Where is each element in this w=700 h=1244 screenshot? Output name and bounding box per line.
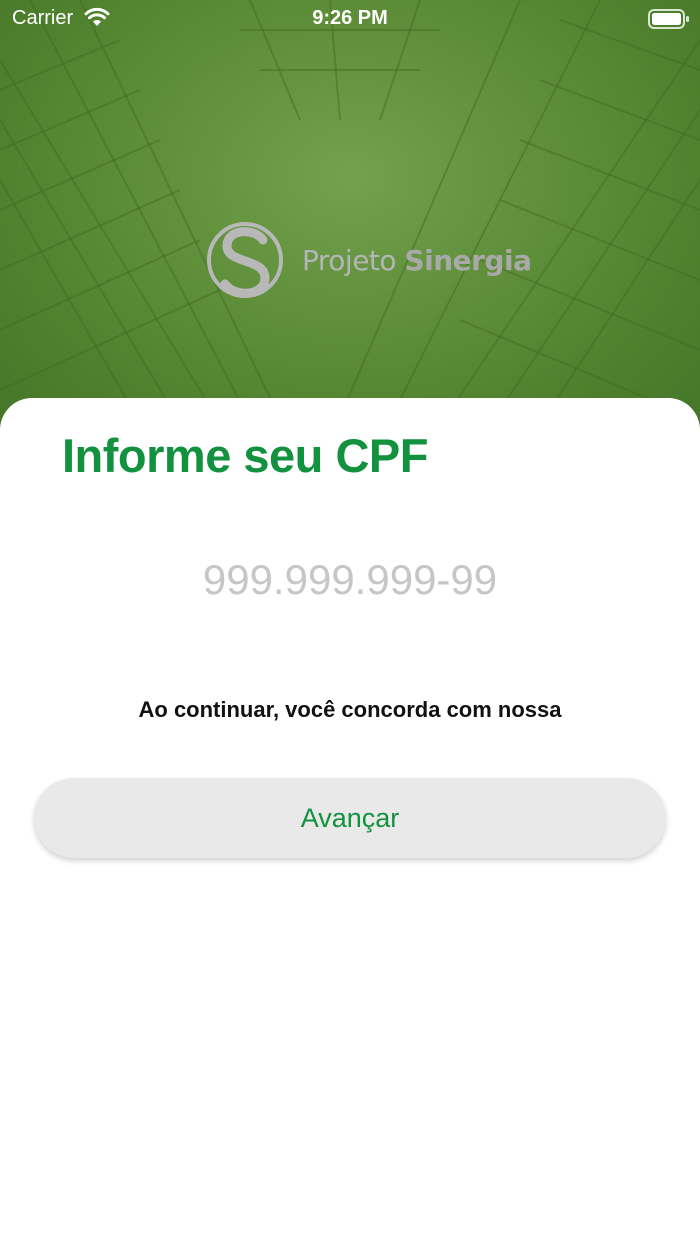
projeto-sinergia-logo: Projeto Sinergia [205, 218, 532, 304]
logo-text-bold: Sinergia [404, 244, 532, 277]
page-title: Informe seu CPF [62, 429, 428, 482]
status-bar: Carrier 9:26 PM [0, 0, 700, 40]
hero-background: Projeto Sinergia [0, 0, 700, 440]
status-time: 9:26 PM [312, 7, 388, 29]
logo-text-regular: Projeto [302, 244, 405, 277]
terms-text: Ao continuar, você concorda com nossa [138, 697, 562, 722]
advance-button[interactable]: Avançar [34, 778, 666, 858]
sinergia-s-logo-icon [207, 222, 283, 298]
logo-wordmark: Projeto Sinergia [302, 244, 532, 277]
battery-icon [648, 9, 689, 29]
cpf-input[interactable] [100, 550, 600, 610]
